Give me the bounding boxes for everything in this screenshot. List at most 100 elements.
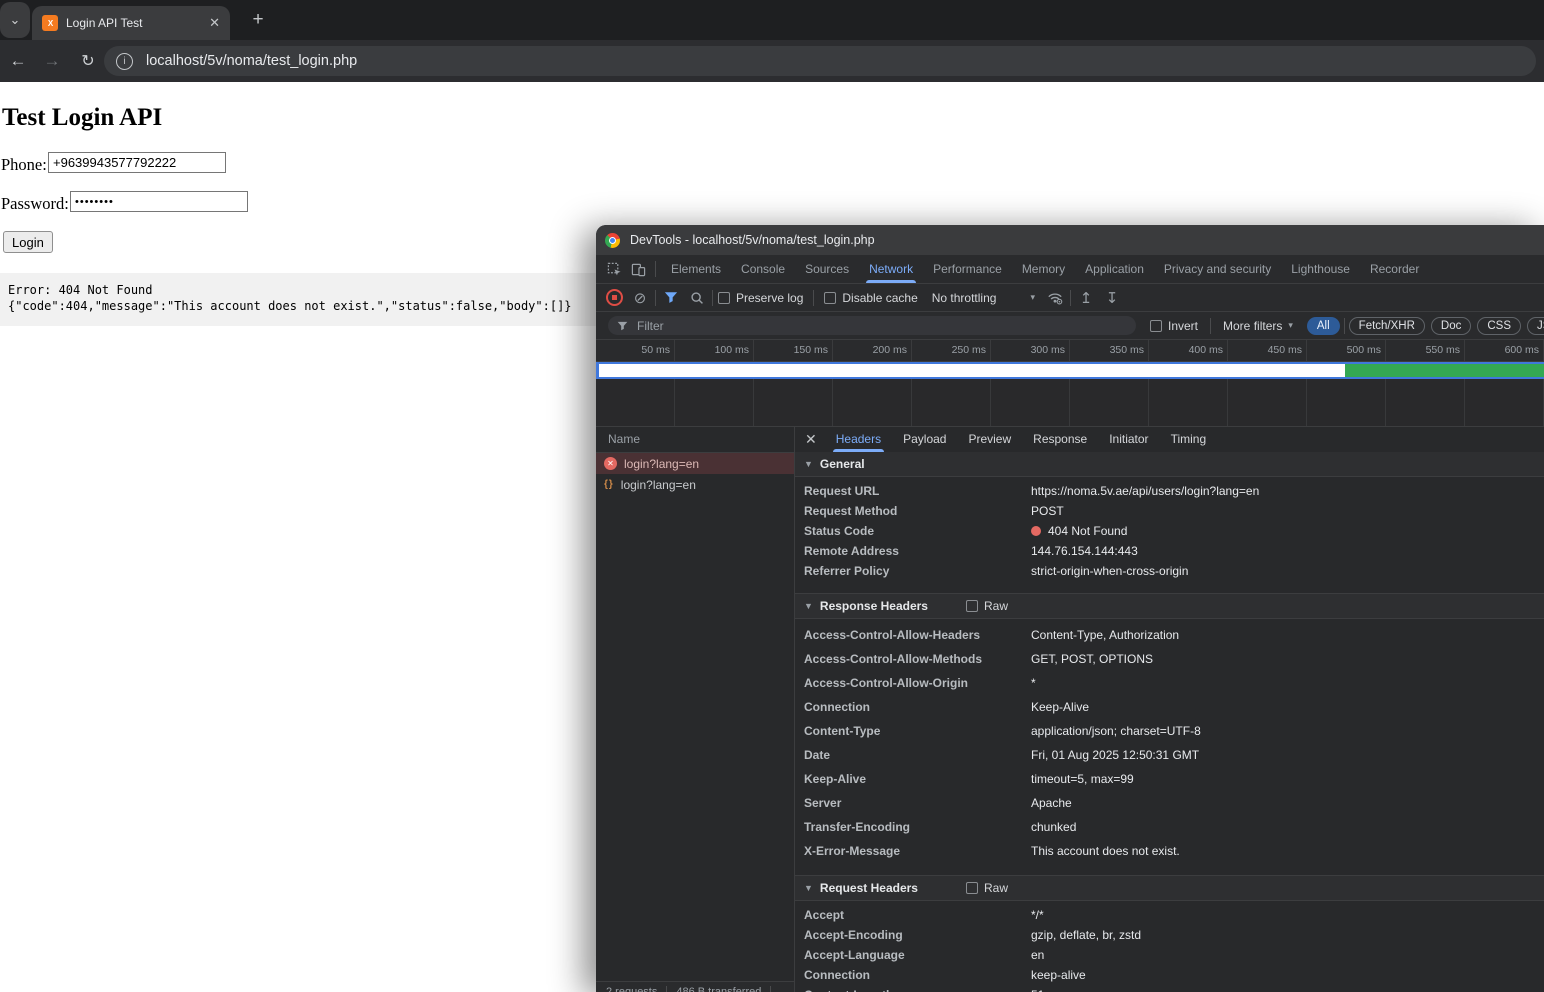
triangle-down-icon: ▼	[804, 459, 813, 469]
tick-label: 400 ms	[1149, 340, 1228, 361]
tab-recorder[interactable]: Recorder	[1360, 255, 1429, 283]
login-button[interactable]: Login	[3, 231, 53, 253]
inspect-cursor-icon	[607, 262, 622, 277]
tab-performance[interactable]: Performance	[923, 255, 1012, 283]
forward-arrow-icon: →	[44, 51, 61, 71]
network-status-bar: 2 requests 486 B transferred	[596, 981, 794, 992]
import-har-button[interactable]: ↥	[1076, 289, 1096, 307]
divider	[813, 290, 814, 306]
request-details-panel: ✕ Headers Payload Preview Response Initi…	[795, 427, 1544, 992]
response-header-rows: Access-Control-Allow-HeadersContent-Type…	[795, 619, 1544, 863]
filter-chip-css[interactable]: CSS	[1477, 317, 1521, 335]
divider	[712, 290, 713, 306]
throttling-caret-icon: ▾	[1030, 292, 1035, 303]
tick-label: 550 ms	[1386, 340, 1465, 361]
more-filters-button[interactable]: More filters	[1223, 319, 1282, 333]
detail-tab-initiator[interactable]: Initiator	[1098, 427, 1159, 452]
tick-label: 50 ms	[596, 340, 675, 361]
filter-input-wrap[interactable]	[608, 316, 1136, 335]
chevron-down-icon: ⌄	[10, 12, 21, 28]
request-headers-section-header[interactable]: ▼ Request Headers Raw	[795, 875, 1544, 901]
divider	[1344, 318, 1345, 334]
filter-chip-fetch-xhr[interactable]: Fetch/XHR	[1349, 317, 1425, 335]
raw-toggle[interactable]: Raw	[966, 599, 1008, 613]
search-button[interactable]	[687, 291, 707, 305]
detail-tab-preview[interactable]: Preview	[957, 427, 1022, 452]
site-info-icon[interactable]: i	[116, 53, 133, 70]
response-headers-section-header[interactable]: ▼ Response Headers Raw	[795, 593, 1544, 619]
tick-label: 100 ms	[675, 340, 754, 361]
tab-search-button[interactable]: ⌄	[0, 2, 30, 38]
header-value: This account does not exist.	[1031, 844, 1180, 858]
detail-tab-payload[interactable]: Payload	[892, 427, 957, 452]
json-file-icon: {}	[604, 479, 614, 490]
password-field[interactable]	[70, 191, 248, 212]
preserve-log-checkbox[interactable]	[718, 292, 730, 304]
detail-tab-timing[interactable]: Timing	[1160, 427, 1218, 452]
clear-network-log-button[interactable]: ⊘	[630, 289, 650, 307]
raw-label: Raw	[984, 599, 1008, 613]
header-value: POST	[1031, 504, 1064, 518]
header-value: en	[1031, 948, 1044, 962]
header-name: Server	[795, 796, 1031, 810]
new-tab-button[interactable]: +	[246, 8, 270, 32]
devtools-titlebar[interactable]: DevTools - localhost/5v/noma/test_login.…	[596, 225, 1544, 255]
tab-memory[interactable]: Memory	[1012, 255, 1075, 283]
network-filter-bar: Invert More filters ▾ All Fetch/XHR Doc …	[596, 312, 1544, 340]
close-details-button[interactable]: ✕	[805, 431, 817, 448]
tab-application[interactable]: Application	[1075, 255, 1154, 283]
tab-close-icon[interactable]: ✕	[209, 15, 220, 31]
request-row-preflight[interactable]: {} login?lang=en	[596, 474, 794, 495]
general-section-header[interactable]: ▼ General	[795, 452, 1544, 477]
header-value: GET, POST, OPTIONS	[1031, 652, 1153, 666]
device-toolbar-button[interactable]	[626, 258, 650, 280]
filter-chip-js[interactable]: JS	[1527, 317, 1544, 335]
tab-sources[interactable]: Sources	[795, 255, 859, 283]
request-row-failed[interactable]: ✕ login?lang=en	[596, 453, 794, 474]
raw-toggle[interactable]: Raw	[966, 881, 1008, 895]
tab-title: Login API Test	[66, 16, 203, 30]
detail-tab-headers[interactable]: Headers	[825, 427, 892, 452]
filter-toggle-button[interactable]	[661, 291, 681, 304]
section-title: General	[820, 457, 865, 471]
device-toolbar-icon	[631, 262, 646, 277]
reload-button[interactable]: ↻	[76, 49, 100, 73]
browser-tab[interactable]: X Login API Test ✕	[32, 6, 230, 40]
tick-label: 200 ms	[833, 340, 912, 361]
network-conditions-button[interactable]	[1045, 291, 1065, 305]
header-name: Accept	[795, 908, 1031, 922]
tab-privacy-and-security[interactable]: Privacy and security	[1154, 255, 1281, 283]
address-bar[interactable]: i localhost/5v/noma/test_login.php	[104, 46, 1536, 76]
inspect-element-button[interactable]	[602, 258, 626, 280]
tab-lighthouse[interactable]: Lighthouse	[1281, 255, 1360, 283]
phone-field[interactable]	[48, 152, 226, 173]
network-overview-band[interactable]	[596, 362, 1544, 379]
network-overview-grid[interactable]	[596, 379, 1544, 427]
record-icon	[606, 289, 623, 306]
record-network-log-button[interactable]	[604, 289, 624, 306]
tab-console[interactable]: Console	[731, 255, 795, 283]
forward-button[interactable]: →	[40, 49, 64, 73]
devtools-window: DevTools - localhost/5v/noma/test_login.…	[596, 225, 1544, 992]
divider	[666, 986, 667, 992]
detail-tab-response[interactable]: Response	[1022, 427, 1098, 452]
filter-chip-all[interactable]: All	[1307, 317, 1340, 335]
filter-input[interactable]	[635, 318, 1079, 334]
filter-chip-doc[interactable]: Doc	[1431, 317, 1471, 335]
tab-network[interactable]: Network	[859, 255, 923, 283]
tick-label: 250 ms	[912, 340, 991, 361]
back-button[interactable]: ←	[6, 49, 30, 73]
invert-checkbox[interactable]	[1150, 320, 1162, 332]
raw-checkbox[interactable]	[966, 882, 978, 894]
throttling-select[interactable]: No throttling	[932, 291, 997, 305]
raw-checkbox[interactable]	[966, 600, 978, 612]
failed-request-icon: ✕	[604, 457, 617, 470]
page-title: Test Login API	[2, 104, 162, 132]
export-har-button[interactable]: ↧	[1102, 289, 1122, 307]
name-column-header[interactable]: Name	[596, 427, 794, 453]
divider	[770, 986, 771, 992]
tab-elements[interactable]: Elements	[661, 255, 731, 283]
header-value: keep-alive	[1031, 968, 1086, 982]
header-name: Access-Control-Allow-Headers	[795, 628, 1031, 642]
disable-cache-checkbox[interactable]	[824, 292, 836, 304]
